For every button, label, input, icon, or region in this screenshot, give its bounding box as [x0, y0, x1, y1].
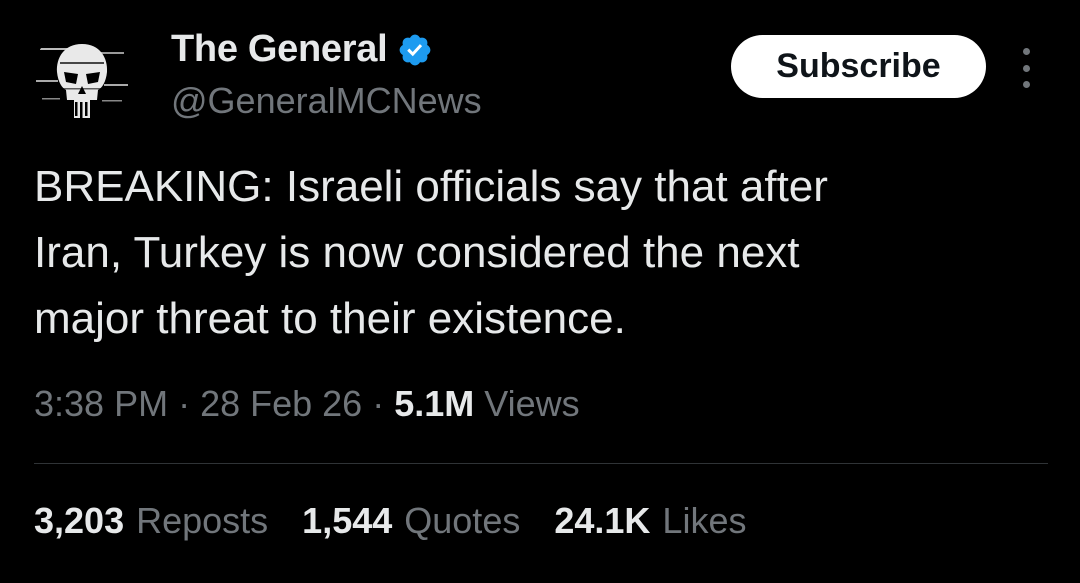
subscribe-button[interactable]: Subscribe [731, 35, 986, 98]
more-dot [1022, 81, 1030, 88]
tweet-date[interactable]: 28 Feb 26 [200, 383, 362, 425]
tweet-time[interactable]: 3:38 PM [34, 383, 168, 425]
tweet-card: The General @GeneralMCNews Subscribe BRE… [0, 0, 1080, 583]
tweet-text: BREAKING: Israeli officials say that aft… [34, 162, 828, 343]
likes-label: Likes [662, 500, 747, 541]
reposts-stat[interactable]: 3,203 Reposts [34, 500, 268, 542]
tweet-stats: 3,203 Reposts 1,544 Quotes 24.1K Likes [34, 500, 780, 542]
tweet-meta: 3:38 PM · 28 Feb 26 · 5.1M Views [34, 383, 580, 425]
verified-badge-icon [399, 34, 431, 66]
meta-separator: · [372, 383, 385, 424]
views-label: Views [484, 383, 580, 424]
more-dot [1022, 48, 1030, 55]
reposts-count: 3,203 [34, 500, 125, 541]
more-options-icon[interactable] [1014, 48, 1038, 88]
meta-separator: · [178, 383, 191, 424]
quotes-stat[interactable]: 1,544 Quotes [302, 500, 520, 542]
reposts-label: Reposts [136, 500, 269, 541]
author-name-row: The General [171, 26, 433, 72]
likes-stat[interactable]: 24.1K Likes [554, 500, 746, 542]
avatar[interactable] [30, 28, 134, 132]
author-handle[interactable]: @GeneralMCNews [171, 80, 482, 122]
views-count: 5.1M [394, 383, 475, 424]
punisher-skull-icon [30, 28, 134, 132]
quotes-count: 1,544 [302, 500, 393, 541]
author-display-name[interactable]: The General [171, 28, 388, 71]
quotes-label: Quotes [404, 500, 521, 541]
divider [34, 463, 1048, 464]
likes-count: 24.1K [554, 500, 651, 541]
more-dot [1022, 64, 1030, 72]
